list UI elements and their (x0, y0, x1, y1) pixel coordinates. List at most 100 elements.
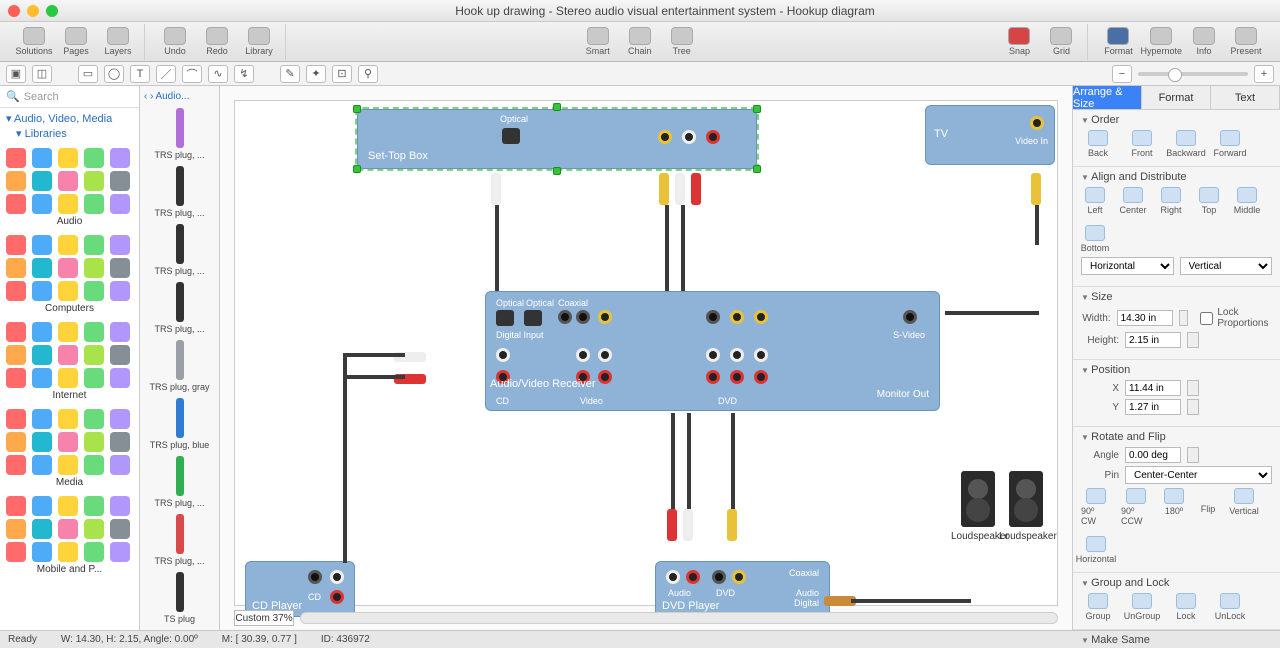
horizontal-scrollbar[interactable] (300, 612, 1058, 624)
library-shape[interactable] (32, 409, 52, 429)
shape-item[interactable]: TRS plug, ... (145, 166, 215, 218)
zoom-icon[interactable] (46, 5, 58, 17)
text-tool[interactable]: T (130, 65, 150, 83)
width-field[interactable] (1117, 310, 1173, 326)
spline-tool[interactable]: ∿ (208, 65, 228, 83)
tab-arrange[interactable]: Arrange & Size (1073, 86, 1142, 109)
format-button[interactable]: Format (1098, 24, 1138, 60)
x-stepper[interactable] (1187, 380, 1199, 396)
library-shape[interactable] (84, 148, 104, 168)
zoom-combo[interactable]: Custom 37% (234, 610, 294, 626)
library-shape[interactable] (110, 496, 130, 516)
tree-root[interactable]: ▾ Audio, Video, Media (6, 112, 133, 125)
selection-handle[interactable] (753, 105, 761, 113)
library-shape[interactable] (58, 455, 78, 475)
library-shape[interactable] (6, 258, 26, 278)
shape-item[interactable]: TRS plug, ... (145, 108, 215, 160)
lock-proportions-checkbox[interactable] (1200, 312, 1213, 325)
pin-select[interactable]: Center-Center (1125, 466, 1272, 484)
library-shape[interactable] (32, 171, 52, 191)
shape-item[interactable]: TS plug (145, 572, 215, 624)
library-shape[interactable] (6, 235, 26, 255)
shape-tv[interactable]: TV Video In (925, 105, 1055, 165)
library-shape[interactable] (84, 194, 104, 214)
library-shape[interactable] (32, 519, 52, 539)
undo-button[interactable]: Undo (155, 24, 195, 60)
rotate-180-button[interactable]: 180º (1161, 488, 1187, 526)
tab-text[interactable]: Text (1211, 86, 1280, 109)
zoom-out-button[interactable]: − (1112, 65, 1132, 83)
height-field[interactable] (1125, 332, 1181, 348)
lasso-tool[interactable]: ◫ (32, 65, 52, 83)
shape-item[interactable]: TRS plug, ... (145, 456, 215, 508)
library-shape[interactable] (6, 519, 26, 539)
align-bottom-button[interactable]: Bottom (1081, 225, 1109, 253)
library-shape[interactable] (6, 194, 26, 214)
line-tool[interactable]: ／ (156, 65, 176, 83)
library-shape[interactable] (58, 519, 78, 539)
library-shape[interactable] (84, 519, 104, 539)
library-shape[interactable] (84, 455, 104, 475)
pen-tool[interactable]: ✎ (280, 65, 300, 83)
library-shape[interactable] (32, 235, 52, 255)
present-button[interactable]: Present (1226, 24, 1266, 60)
eyedropper-tool[interactable]: ⚲ (358, 65, 378, 83)
library-shape[interactable] (110, 519, 130, 539)
library-shape[interactable] (58, 345, 78, 365)
library-shape[interactable] (58, 171, 78, 191)
zoom-slider[interactable] (1138, 72, 1248, 76)
select-tool[interactable]: ▣ (6, 65, 26, 83)
library-shape[interactable] (58, 148, 78, 168)
shape-item[interactable]: TRS plug, gray (145, 340, 215, 392)
library-shape[interactable] (32, 148, 52, 168)
library-shape[interactable] (58, 194, 78, 214)
library-shape[interactable] (6, 455, 26, 475)
rotate-ccw-button[interactable]: 90º CCW (1121, 488, 1151, 526)
selection-handle[interactable] (353, 105, 361, 113)
library-shape[interactable] (110, 409, 130, 429)
library-shape[interactable] (84, 345, 104, 365)
library-shape[interactable] (84, 542, 104, 562)
y-field[interactable] (1125, 399, 1181, 415)
angle-field[interactable] (1125, 447, 1181, 463)
height-stepper[interactable] (1187, 332, 1199, 348)
shape-speaker-right[interactable] (1009, 471, 1043, 527)
x-field[interactable] (1125, 380, 1181, 396)
library-shape[interactable] (58, 281, 78, 301)
align-middle-button[interactable]: Middle (1233, 187, 1261, 215)
library-shape[interactable] (84, 368, 104, 388)
order-front-button[interactable]: Front (1125, 130, 1159, 158)
library-breadcrumb[interactable]: ‹ › Audio... (140, 90, 219, 102)
align-left-button[interactable]: Left (1081, 187, 1109, 215)
library-shape[interactable] (58, 368, 78, 388)
library-shape[interactable] (110, 194, 130, 214)
library-shape[interactable] (32, 455, 52, 475)
library-shape[interactable] (110, 542, 130, 562)
page[interactable]: Set-Top Box Optical TV Video In (234, 100, 1058, 606)
library-shape[interactable] (6, 409, 26, 429)
node-tool[interactable]: ✦ (306, 65, 326, 83)
library-shape[interactable] (110, 148, 130, 168)
library-shape[interactable] (58, 542, 78, 562)
shape-item[interactable]: TRS plug, ... (145, 514, 215, 566)
flip-horizontal-button[interactable]: Horizontal (1081, 536, 1111, 564)
solutions-button[interactable]: Solutions (14, 24, 54, 60)
align-top-button[interactable]: Top (1195, 187, 1223, 215)
library-shape[interactable] (32, 432, 52, 452)
hypernote-button[interactable]: Hypernote (1140, 24, 1182, 60)
library-shape[interactable] (84, 496, 104, 516)
library-shape[interactable] (110, 368, 130, 388)
width-stepper[interactable] (1179, 310, 1189, 326)
shape-cd-player[interactable]: CD CD Player (245, 561, 355, 617)
library-shape[interactable] (32, 496, 52, 516)
tab-format[interactable]: Format (1142, 86, 1211, 109)
shape-item[interactable]: TRS plug, blue (145, 398, 215, 450)
library-search[interactable]: 🔍 Search (0, 86, 139, 108)
lock-button[interactable]: Lock (1169, 593, 1203, 621)
library-button[interactable]: Library (239, 24, 279, 60)
chain-button[interactable]: Chain (620, 24, 660, 60)
library-shape[interactable] (32, 542, 52, 562)
library-shape[interactable] (6, 171, 26, 191)
ellipse-tool[interactable]: ◯ (104, 65, 124, 83)
layers-button[interactable]: Layers (98, 24, 138, 60)
